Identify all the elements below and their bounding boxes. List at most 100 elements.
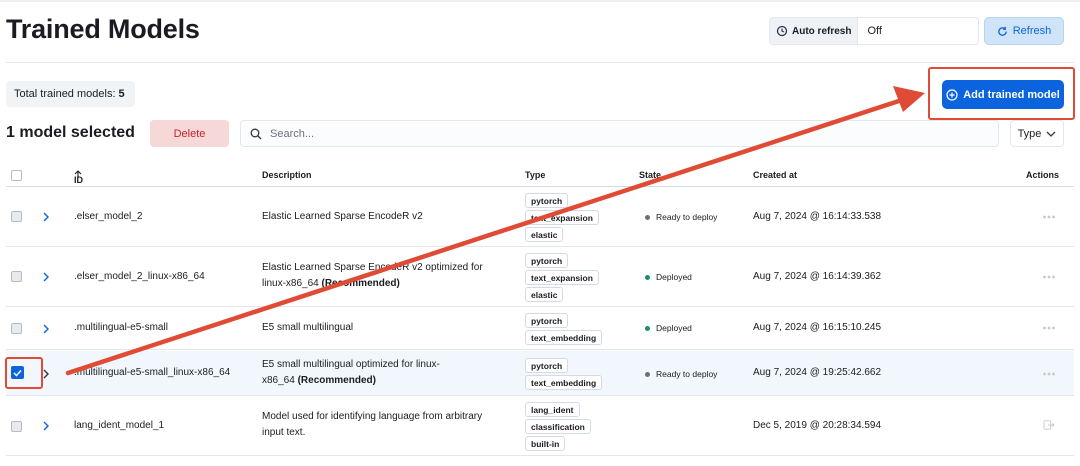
table-row[interactable]: .multilingual-e5-small E5 small multilin… (6, 308, 1074, 350)
search-input[interactable]: Search... (240, 120, 999, 147)
description-line: Elastic Learned Sparse EncodeR v2 optimi… (262, 262, 483, 273)
created-at: Aug 7, 2024 @ 19:25:42.662 (753, 367, 882, 378)
more-actions-icon[interactable] (1042, 212, 1056, 222)
auto-refresh-label[interactable]: Auto refresh (770, 18, 859, 44)
header-id-label: ID (74, 175, 83, 185)
more-actions-icon[interactable] (1042, 272, 1056, 282)
state-label: Ready to deploy (656, 212, 718, 222)
type-badge: pytorch (525, 313, 569, 328)
table-row[interactable]: lang_ident_model_1 Model used for identi… (6, 397, 1074, 456)
model-description: Elastic Learned Sparse EncodeR v2 (262, 209, 512, 225)
header-divider (6, 62, 1074, 63)
model-description: E5 small multilingual (262, 320, 512, 336)
header-actions: Actions (1026, 170, 1060, 180)
search-placeholder: Search... (270, 127, 315, 140)
type-badges: pytorch text_embedding (525, 358, 603, 390)
table-row[interactable]: .elser_model_2 Elastic Learned Sparse En… (6, 188, 1074, 247)
state-indicator: Ready to deploy (645, 212, 717, 222)
table-row-selected[interactable]: .multilingual-e5-small_linux-x86_64 E5 s… (6, 351, 1074, 396)
type-badge: text_expansion (525, 270, 599, 285)
header-state: State (639, 170, 662, 180)
refresh-label: Refresh (1012, 25, 1052, 37)
deploy-action-icon[interactable] (1042, 420, 1056, 430)
type-badge: built-in (525, 436, 566, 451)
auto-refresh-control[interactable]: Auto refresh Off (769, 17, 979, 45)
model-id: .multilingual-e5-small_linux-x86_64 (74, 367, 231, 378)
table-row[interactable]: .elser_model_2_linux-x86_64 Elastic Lear… (6, 248, 1074, 307)
state-indicator: Deployed (645, 323, 692, 333)
model-description: Model used for identifying language from… (262, 409, 512, 441)
refresh-button[interactable]: Refresh (984, 17, 1064, 45)
refresh-clock-icon (776, 25, 788, 37)
model-description: Elastic Learned Sparse EncodeR v2 optimi… (262, 260, 512, 292)
type-badges: pytorch text_embedding (525, 313, 603, 345)
type-badge: pytorch (525, 253, 569, 268)
header-created: Created at (753, 170, 798, 180)
description-continuation: linux-x86_64 (262, 278, 319, 289)
total-models-label: Total trained models: (14, 88, 116, 100)
state-dot (645, 214, 650, 220)
description-line: Elastic Learned Sparse EncodeR v2 (262, 211, 423, 222)
type-badges: pytorch text_expansion elastic (525, 253, 599, 302)
description-line: E5 small multilingual optimized for linu… (262, 359, 440, 370)
state-label: Deployed (656, 323, 692, 333)
model-id: .elser_model_2 (74, 211, 143, 222)
delete-button[interactable]: Delete (150, 120, 229, 147)
header-id[interactable]: ID (74, 170, 83, 185)
created-at: Aug 7, 2024 @ 16:14:39.362 (753, 271, 882, 282)
selection-count: 1 model selected (6, 124, 135, 141)
description-line: E5 small multilingual (262, 322, 354, 333)
search-icon (250, 128, 262, 139)
add-button-highlight (928, 67, 1075, 120)
state-label: Deployed (656, 272, 692, 282)
state-dot (645, 371, 650, 377)
description-line: Model used for identifying language from… (262, 411, 483, 422)
type-filter-label: Type (1017, 127, 1042, 140)
header-type: Type (525, 170, 546, 180)
description-line-2: x86_64 (Recommended) (262, 373, 512, 389)
type-badge: text_embedding (525, 375, 603, 390)
auto-refresh-value[interactable]: Off (858, 18, 881, 44)
recommended-tag: (Recommended) (321, 278, 400, 289)
type-badge: elastic (525, 227, 564, 242)
more-actions-icon[interactable] (1042, 369, 1056, 379)
chevron-down-icon (1046, 131, 1056, 137)
created-at: Aug 7, 2024 @ 16:14:33.538 (753, 211, 882, 222)
row-checkbox[interactable] (11, 323, 22, 334)
state-indicator: Ready to deploy (645, 369, 717, 379)
created-at: Dec 5, 2019 @ 20:28:34.594 (753, 420, 882, 431)
state-label: Ready to deploy (656, 369, 718, 379)
table-header: ID Description Type State Created at Act… (6, 165, 1074, 187)
state-dot (645, 274, 650, 280)
description-line-2: input text. (262, 427, 306, 438)
total-models-count: 5 (118, 88, 125, 100)
type-badge: text_embedding (525, 330, 603, 345)
state-dot (645, 325, 650, 331)
model-id: lang_ident_model_1 (74, 420, 165, 431)
description-line-2: linux-x86_64 (Recommended) (262, 276, 512, 292)
chevron-right-icon[interactable] (41, 212, 51, 222)
chevron-right-icon[interactable] (41, 421, 51, 431)
auto-refresh-text: Auto refresh (792, 25, 852, 37)
chevron-right-icon[interactable] (41, 272, 51, 282)
chevron-right-icon[interactable] (41, 324, 51, 334)
model-id: .elser_model_2_linux-x86_64 (74, 271, 205, 282)
type-badges: pytorch text_expansion elastic (525, 193, 599, 242)
header-description: Description (262, 170, 312, 180)
select-all-checkbox[interactable] (11, 170, 22, 181)
state-indicator: Deployed (645, 272, 692, 282)
description-continuation: x86_64 (262, 375, 295, 386)
type-filter-dropdown[interactable]: Type (1010, 120, 1064, 147)
row-checkbox[interactable] (11, 271, 22, 282)
row-checkbox[interactable] (11, 211, 22, 222)
refresh-icon (997, 26, 1007, 36)
type-badge: elastic (525, 287, 564, 302)
type-badge: classification (525, 419, 591, 434)
type-badge: pytorch (525, 358, 569, 373)
more-actions-icon[interactable] (1042, 323, 1056, 333)
type-badge: lang_ident (525, 402, 580, 417)
type-badge: text_expansion (525, 210, 599, 225)
model-id: .multilingual-e5-small (74, 322, 168, 333)
row-checkbox[interactable] (11, 421, 22, 432)
model-description: E5 small multilingual optimized for linu… (262, 357, 512, 389)
